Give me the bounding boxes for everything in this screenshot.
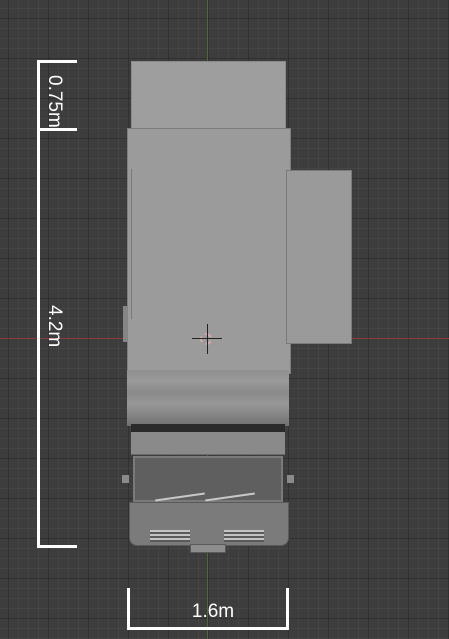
3d-viewport[interactable]: 0.75m 4.2m 1.6m — [0, 0, 449, 639]
truck-side-box[interactable] — [286, 170, 352, 344]
mirror-right — [287, 475, 294, 483]
truck-roof-edge — [131, 424, 285, 432]
truck-cargo-top[interactable] — [131, 61, 286, 133]
dimension-line-length — [37, 60, 40, 548]
headlight-left — [150, 530, 190, 542]
3d-cursor-crosshair-v — [207, 324, 208, 354]
dimension-tick-top — [37, 60, 77, 63]
truck-cab-roof — [131, 432, 285, 455]
headlight-right — [224, 530, 264, 542]
tow-hook — [190, 544, 226, 553]
mirror-left — [122, 475, 129, 483]
dimension-line-width — [127, 627, 289, 630]
truck-side-panel — [123, 306, 128, 342]
cab-length-label: 0.75m — [44, 75, 65, 128]
body-length-label: 4.2m — [44, 305, 65, 348]
dimension-tick-mid — [37, 128, 77, 131]
truck-windshield — [133, 456, 283, 502]
dimension-tick-bottom — [37, 545, 77, 548]
width-tick-left — [127, 588, 130, 630]
truck-roof-front[interactable] — [127, 370, 289, 426]
3d-cursor-icon[interactable] — [200, 333, 212, 345]
width-label: 1.6m — [191, 601, 235, 622]
width-tick-right — [286, 588, 289, 630]
